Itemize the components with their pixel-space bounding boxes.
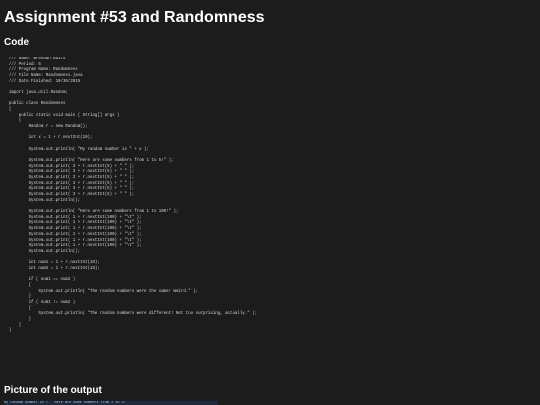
output-section-heading: Picture of the output [4, 385, 102, 396]
output-preview-text: My random number is 7 Here are some numb… [4, 401, 126, 405]
code-section-heading: Code [4, 37, 29, 48]
page-title: Assignment #53 and Randomness [4, 9, 265, 26]
code-block: /// Name: Brendan Baird /// Period: 6 //… [8, 57, 258, 334]
output-screenshot: My random number is 7 Here are some numb… [4, 401, 218, 405]
